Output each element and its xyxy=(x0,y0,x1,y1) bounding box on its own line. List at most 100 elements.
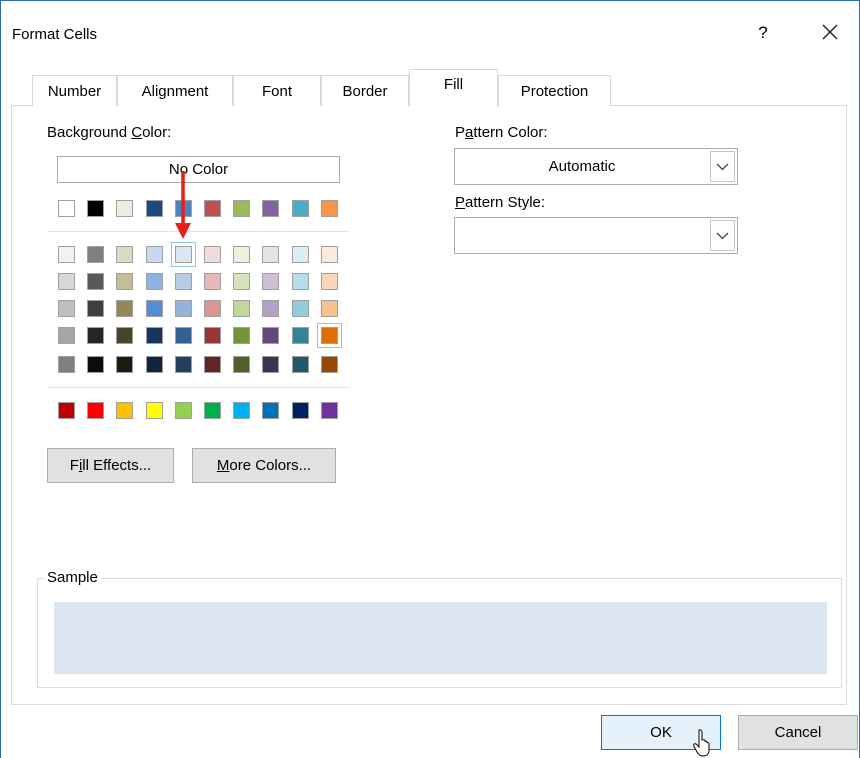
fill-effects-button[interactable]: Fill Effects... xyxy=(47,448,174,483)
shade-color-swatch[interactable] xyxy=(262,356,279,373)
more-colors-button[interactable]: More Colors... xyxy=(192,448,336,483)
shade-color-swatch[interactable] xyxy=(204,246,221,263)
shade-color-swatch[interactable] xyxy=(321,300,338,317)
standard-color-swatch[interactable] xyxy=(233,402,250,419)
background-color-label-text: Background xyxy=(47,124,132,141)
shade-color-swatch[interactable] xyxy=(175,300,192,317)
shade-color-swatch[interactable] xyxy=(233,300,250,317)
shade-color-swatch[interactable] xyxy=(87,300,104,317)
standard-color-swatch[interactable] xyxy=(116,402,133,419)
tab-number[interactable]: Number xyxy=(32,75,117,106)
pattern-color-value: Automatic xyxy=(548,158,616,175)
shade-color-swatch[interactable] xyxy=(317,323,342,348)
tab-alignment[interactable]: Alignment xyxy=(117,75,233,106)
pattern-color-label: Pattern Color: xyxy=(455,124,548,141)
theme-color-swatch[interactable] xyxy=(116,200,133,217)
shade-color-swatch[interactable] xyxy=(87,246,104,263)
close-button[interactable] xyxy=(819,21,841,43)
pattern-style-label: Pattern Style: xyxy=(455,194,545,211)
chevron-down-icon xyxy=(716,232,729,240)
theme-color-swatch[interactable] xyxy=(292,200,309,217)
shade-color-swatch[interactable] xyxy=(262,327,279,344)
theme-color-swatch[interactable] xyxy=(262,200,279,217)
cancel-button[interactable]: Cancel xyxy=(738,715,858,750)
pattern-style-dropdown-arrow[interactable] xyxy=(710,220,735,251)
help-button[interactable]: ? xyxy=(753,23,773,43)
shade-color-swatch[interactable] xyxy=(175,273,192,290)
shade-color-swatch[interactable] xyxy=(116,246,133,263)
shade-color-swatch[interactable] xyxy=(321,356,338,373)
shade-color-swatch[interactable] xyxy=(175,356,192,373)
shade-color-swatch[interactable] xyxy=(292,356,309,373)
shade-color-swatch[interactable] xyxy=(171,242,196,267)
shade-color-swatch[interactable] xyxy=(292,327,309,344)
shade-color-swatch[interactable] xyxy=(262,246,279,263)
standard-color-swatch[interactable] xyxy=(321,402,338,419)
shade-color-swatch[interactable] xyxy=(116,300,133,317)
shade-color-swatch[interactable] xyxy=(146,327,163,344)
shade-color-swatch[interactable] xyxy=(116,273,133,290)
tab-protection[interactable]: Protection xyxy=(498,75,611,106)
background-color-label: Background Color: xyxy=(47,124,171,141)
shade-color-swatch[interactable] xyxy=(321,273,338,290)
shade-color-swatch[interactable] xyxy=(58,300,75,317)
standard-color-swatch[interactable] xyxy=(204,402,221,419)
chevron-down-icon xyxy=(716,163,729,171)
shade-color-swatch[interactable] xyxy=(233,246,250,263)
theme-color-swatch[interactable] xyxy=(175,200,192,217)
shade-color-swatch[interactable] xyxy=(58,273,75,290)
tab-fill[interactable]: Fill xyxy=(409,69,498,107)
standard-color-swatch[interactable] xyxy=(58,402,75,419)
tab-font[interactable]: Font xyxy=(233,75,321,106)
pattern-color-label-a: P xyxy=(455,124,466,141)
fill-effects-text-a: F xyxy=(69,457,79,474)
shade-color-swatch[interactable] xyxy=(87,356,104,373)
pattern-style-dropdown[interactable] xyxy=(454,217,738,254)
shade-color-swatch[interactable] xyxy=(58,327,75,344)
shade-color-swatch[interactable] xyxy=(292,273,309,290)
shade-color-swatch[interactable] xyxy=(58,356,75,373)
standard-color-swatch[interactable] xyxy=(146,402,163,419)
shade-color-swatch[interactable] xyxy=(262,300,279,317)
theme-color-swatch[interactable] xyxy=(87,200,104,217)
pattern-style-label-accel: P xyxy=(455,194,466,211)
shade-color-swatch[interactable] xyxy=(233,356,250,373)
fill-effects-text-b: ll Effects... xyxy=(82,457,152,474)
theme-color-swatch[interactable] xyxy=(58,200,75,217)
standard-color-swatch[interactable] xyxy=(175,402,192,419)
shade-color-swatch[interactable] xyxy=(175,327,192,344)
standard-color-swatch[interactable] xyxy=(292,402,309,419)
shade-color-swatch[interactable] xyxy=(87,273,104,290)
shade-color-swatch[interactable] xyxy=(146,246,163,263)
standard-color-swatch[interactable] xyxy=(262,402,279,419)
shade-color-swatch[interactable] xyxy=(204,273,221,290)
shade-color-swatch[interactable] xyxy=(204,327,221,344)
shade-color-swatch[interactable] xyxy=(321,246,338,263)
shade-color-swatch[interactable] xyxy=(146,300,163,317)
dialog-title: Format Cells xyxy=(12,26,98,43)
pattern-color-dropdown-arrow[interactable] xyxy=(710,151,735,182)
shade-color-swatch[interactable] xyxy=(116,327,133,344)
format-cells-dialog: Format Cells ? Number Alignment Font Bor… xyxy=(0,0,860,758)
theme-color-swatch[interactable] xyxy=(233,200,250,217)
shade-color-swatch[interactable] xyxy=(204,300,221,317)
tab-border[interactable]: Border xyxy=(321,75,409,106)
shade-color-swatch[interactable] xyxy=(233,327,250,344)
title-bar: Format Cells ? xyxy=(1,1,859,61)
theme-color-swatch[interactable] xyxy=(204,200,221,217)
theme-color-swatch[interactable] xyxy=(146,200,163,217)
theme-color-swatch[interactable] xyxy=(321,200,338,217)
no-color-button[interactable]: No Color xyxy=(57,156,340,183)
standard-color-swatch[interactable] xyxy=(87,402,104,419)
shade-color-swatch[interactable] xyxy=(116,356,133,373)
shade-color-swatch[interactable] xyxy=(292,246,309,263)
shade-color-swatch[interactable] xyxy=(87,327,104,344)
shade-color-swatch[interactable] xyxy=(146,273,163,290)
shade-color-swatch[interactable] xyxy=(262,273,279,290)
shade-color-swatch[interactable] xyxy=(204,356,221,373)
shade-color-swatch[interactable] xyxy=(292,300,309,317)
pattern-color-dropdown[interactable]: Automatic xyxy=(454,148,738,185)
shade-color-swatch[interactable] xyxy=(146,356,163,373)
shade-color-swatch[interactable] xyxy=(58,246,75,263)
shade-color-swatch[interactable] xyxy=(233,273,250,290)
